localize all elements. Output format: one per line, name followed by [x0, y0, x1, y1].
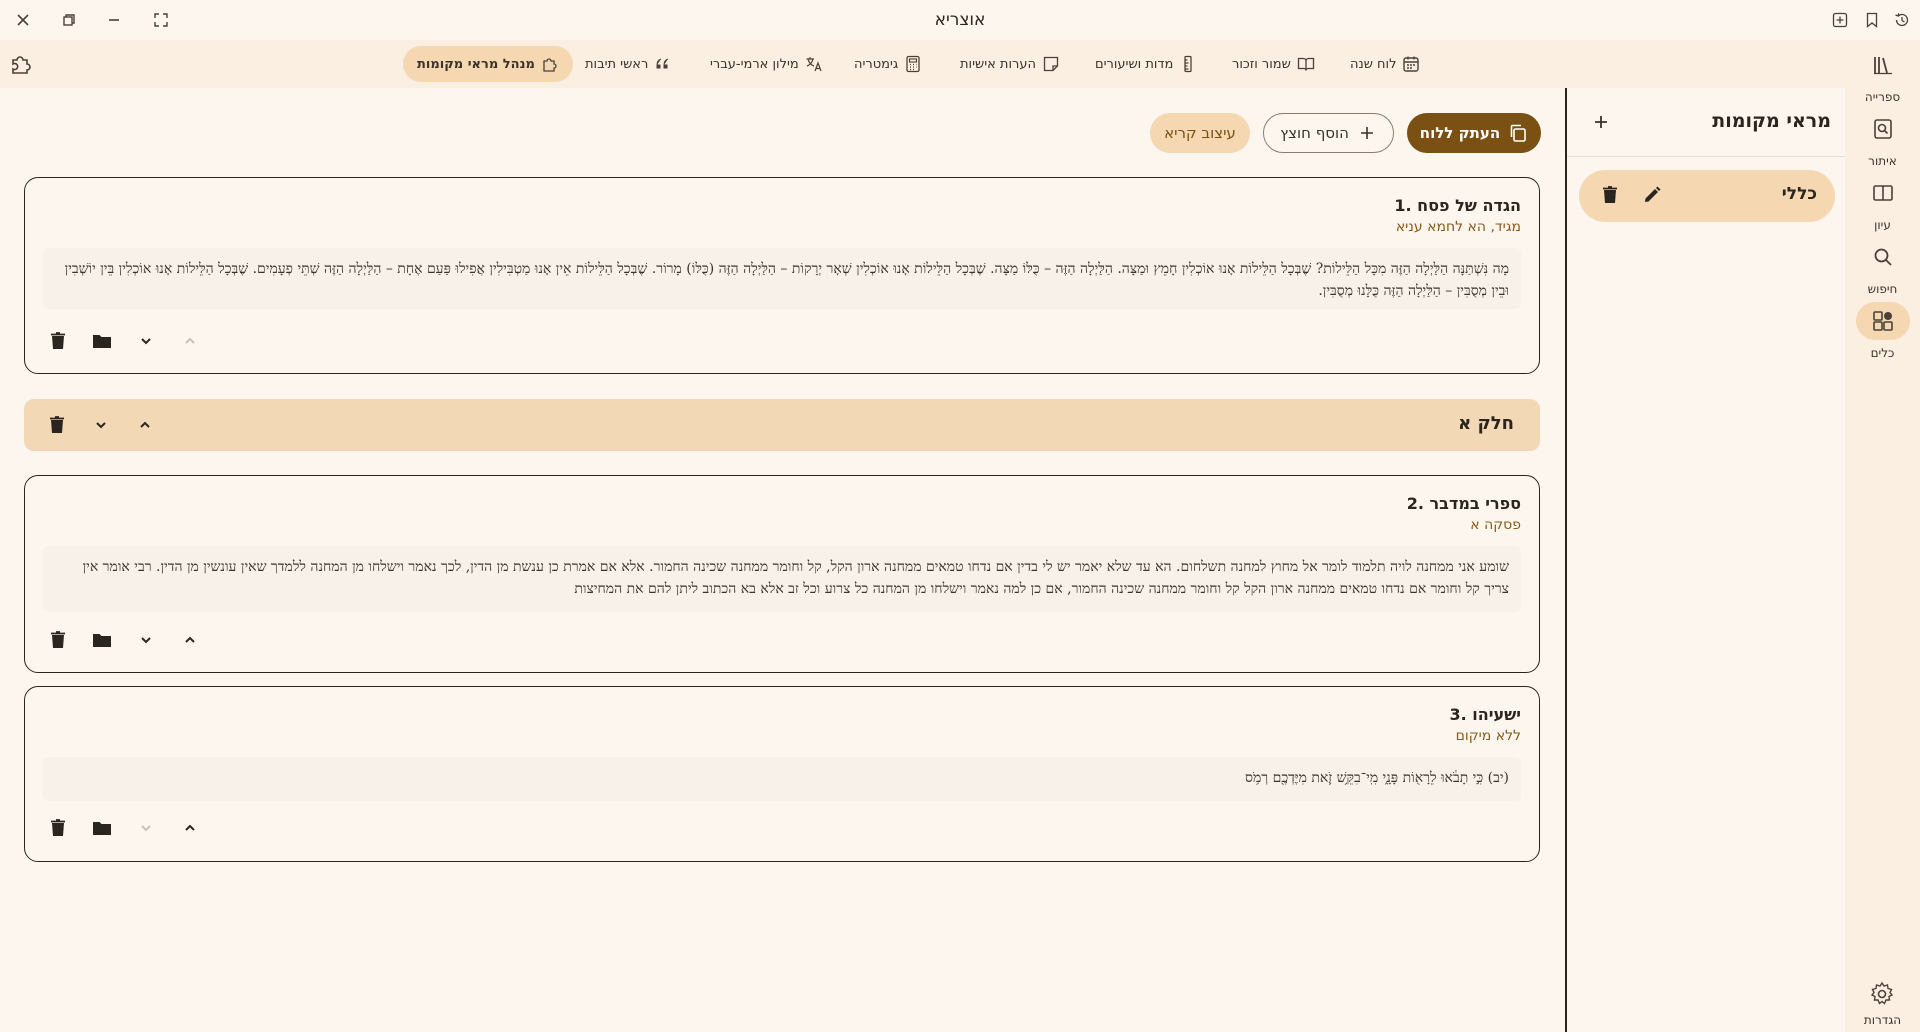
tab-notes-label: הערות אישיות	[960, 56, 1036, 72]
card-text: (יב) כִּ֣י תָבֹ֔אוּ לֵרָא֖וֹת פָּנָ֑י מִ…	[43, 757, 1521, 801]
move-down-chevron-icon[interactable]	[90, 414, 112, 436]
puzzle-icon	[541, 55, 559, 73]
add-divider-button[interactable]: הוסף חוצץ	[1263, 113, 1394, 153]
navigation-rail: ספרייה איתור עיון חיפוש כלים	[1845, 40, 1920, 1032]
rail-label-locate: איתור	[1868, 154, 1897, 168]
reference-card: 3. ישעיהו ללא מיקום (יב) כִּ֣י תָבֹ֔אוּ …	[24, 686, 1540, 862]
delete-trash-icon[interactable]	[47, 817, 69, 839]
close-icon[interactable]	[9, 8, 37, 32]
readable-style-button[interactable]: עיצוב קריא	[1150, 113, 1250, 153]
move-down-chevron-icon[interactable]	[135, 330, 157, 352]
settings-label: הגדרות	[1863, 1013, 1902, 1027]
tools-icon	[1855, 302, 1910, 340]
book-open-icon	[1297, 55, 1315, 73]
add-button-label: הוסף חוצץ	[1280, 124, 1349, 142]
copy-button-label: העתק ללוח	[1419, 124, 1501, 142]
locate-icon	[1856, 110, 1910, 148]
tab-calendar-label: לוח שנה	[1350, 56, 1397, 72]
rail-label-study: עיון	[1874, 218, 1891, 232]
tab-shamor-vezachor[interactable]: שמור וזכור	[1218, 46, 1329, 82]
quote-icon	[654, 55, 672, 73]
tab-measurements[interactable]: מדות ושיעורים	[1081, 46, 1211, 82]
move-down-chevron-icon[interactable]	[135, 629, 157, 651]
style-button-label: עיצוב קריא	[1164, 124, 1236, 142]
move-up-chevron-icon	[179, 330, 201, 352]
card-title: 2. ספרי במדבר	[1406, 494, 1521, 513]
section-title: חלק א	[1458, 413, 1514, 434]
reference-card: 2. ספרי במדבר פסקה א שומע אני ממחנה לויה…	[24, 475, 1540, 673]
tab-shamor-label: שמור וזכור	[1232, 56, 1291, 72]
copy-icon	[1508, 123, 1528, 143]
copy-to-clipboard-button[interactable]: העתק ללוח	[1407, 113, 1541, 153]
tab-measurements-label: מדות ושיעורים	[1095, 56, 1174, 72]
history-icon[interactable]	[1888, 8, 1916, 32]
extensions-puzzle-icon[interactable]	[8, 51, 34, 77]
card-text: מָה נִּשְׁתַּנָּה הַלַּיְלָה הַזֶּה מִכָ…	[43, 248, 1521, 309]
fullscreen-icon[interactable]	[147, 8, 175, 32]
tab-dictionary-label: מילון ארמי-עברי	[710, 56, 799, 72]
card-subtitle: ללא מיקום	[1455, 728, 1521, 744]
folder-icon[interactable]	[91, 330, 113, 352]
rail-item-locate[interactable]: איתור	[1845, 110, 1920, 168]
card-title: 1. הגדה של פסח	[1394, 196, 1521, 215]
book-split-icon	[1856, 174, 1910, 212]
library-icon	[1856, 46, 1910, 84]
tab-acronyms-label: ראשי תיבות	[585, 56, 649, 72]
group-label: כללי	[1781, 184, 1817, 204]
window-title: אוצריא	[934, 10, 986, 30]
delete-trash-icon[interactable]	[47, 629, 69, 651]
tab-acronyms[interactable]: ראשי תיבות	[571, 46, 686, 82]
move-up-chevron-icon[interactable]	[179, 817, 201, 839]
move-down-chevron-icon	[135, 817, 157, 839]
add-group-icon[interactable]	[1589, 110, 1613, 134]
card-title: 3. ישעיהו	[1449, 705, 1521, 724]
tab-aramaic-dictionary[interactable]: מילון ארמי-עברי	[696, 46, 837, 82]
rail-label-tools: כלים	[1870, 346, 1895, 360]
rail-label-library: ספרייה	[1864, 90, 1901, 104]
edit-pencil-icon[interactable]	[1641, 184, 1663, 206]
rail-item-search[interactable]: חיפוש	[1845, 238, 1920, 296]
delete-trash-icon[interactable]	[46, 414, 68, 436]
rail-item-tools[interactable]: כלים	[1845, 302, 1920, 360]
tab-references-manager[interactable]: מנהל מראי מקומות	[403, 46, 573, 82]
folder-icon[interactable]	[91, 817, 113, 839]
settings-gear-icon[interactable]	[1868, 980, 1896, 1008]
sidebar-divider	[1567, 156, 1845, 157]
reference-card: 1. הגדה של פסח מגיד, הא לחמא עניא מָה נִ…	[24, 177, 1540, 374]
search-icon	[1856, 238, 1910, 276]
move-up-chevron-icon[interactable]	[134, 414, 156, 436]
tab-calendar[interactable]: לוח שנה	[1336, 46, 1434, 82]
card-text: שומע אני ממחנה לויה תלמוד לומר אל מחוץ ל…	[43, 546, 1521, 612]
tab-gematria-label: גימטריה	[854, 56, 899, 72]
card-subtitle: פסקה א	[1470, 517, 1521, 533]
move-up-chevron-icon[interactable]	[179, 629, 201, 651]
rail-item-study[interactable]: עיון	[1845, 174, 1920, 232]
delete-trash-icon[interactable]	[47, 330, 69, 352]
card-subtitle: מגיד, הא לחמא עניא	[1395, 219, 1521, 235]
tab-references-label: מנהל מראי מקומות	[417, 56, 535, 72]
tab-gematria[interactable]: גימטריה	[840, 46, 936, 82]
new-tab-icon[interactable]	[1826, 8, 1854, 32]
note-icon	[1042, 55, 1060, 73]
ruler-icon	[1179, 55, 1197, 73]
delete-trash-icon[interactable]	[1599, 184, 1621, 206]
bookmark-icon[interactable]	[1858, 8, 1886, 32]
group-item-general[interactable]: כללי	[1579, 170, 1835, 222]
rail-label-search: חיפוש	[1867, 282, 1898, 296]
calculator-icon	[904, 55, 922, 73]
title-bar: אוצריא	[0, 0, 1920, 40]
tools-toolbar: לוח שנה שמור וזכור מדות ושיעורים הערות א…	[0, 40, 1845, 88]
tab-personal-notes[interactable]: הערות אישיות	[946, 46, 1074, 82]
translate-icon	[805, 55, 823, 73]
plus-icon	[1357, 123, 1377, 143]
sidebar-title: מראי מקומות	[1712, 110, 1831, 132]
section-divider: חלק א	[24, 399, 1540, 451]
folder-icon[interactable]	[91, 629, 113, 651]
calendar-icon	[1402, 55, 1420, 73]
restore-icon[interactable]	[55, 8, 83, 32]
rail-item-library[interactable]: ספרייה	[1845, 46, 1920, 104]
references-sidebar: מראי מקומות כללי	[1565, 88, 1845, 1032]
minimize-icon[interactable]	[100, 8, 128, 32]
